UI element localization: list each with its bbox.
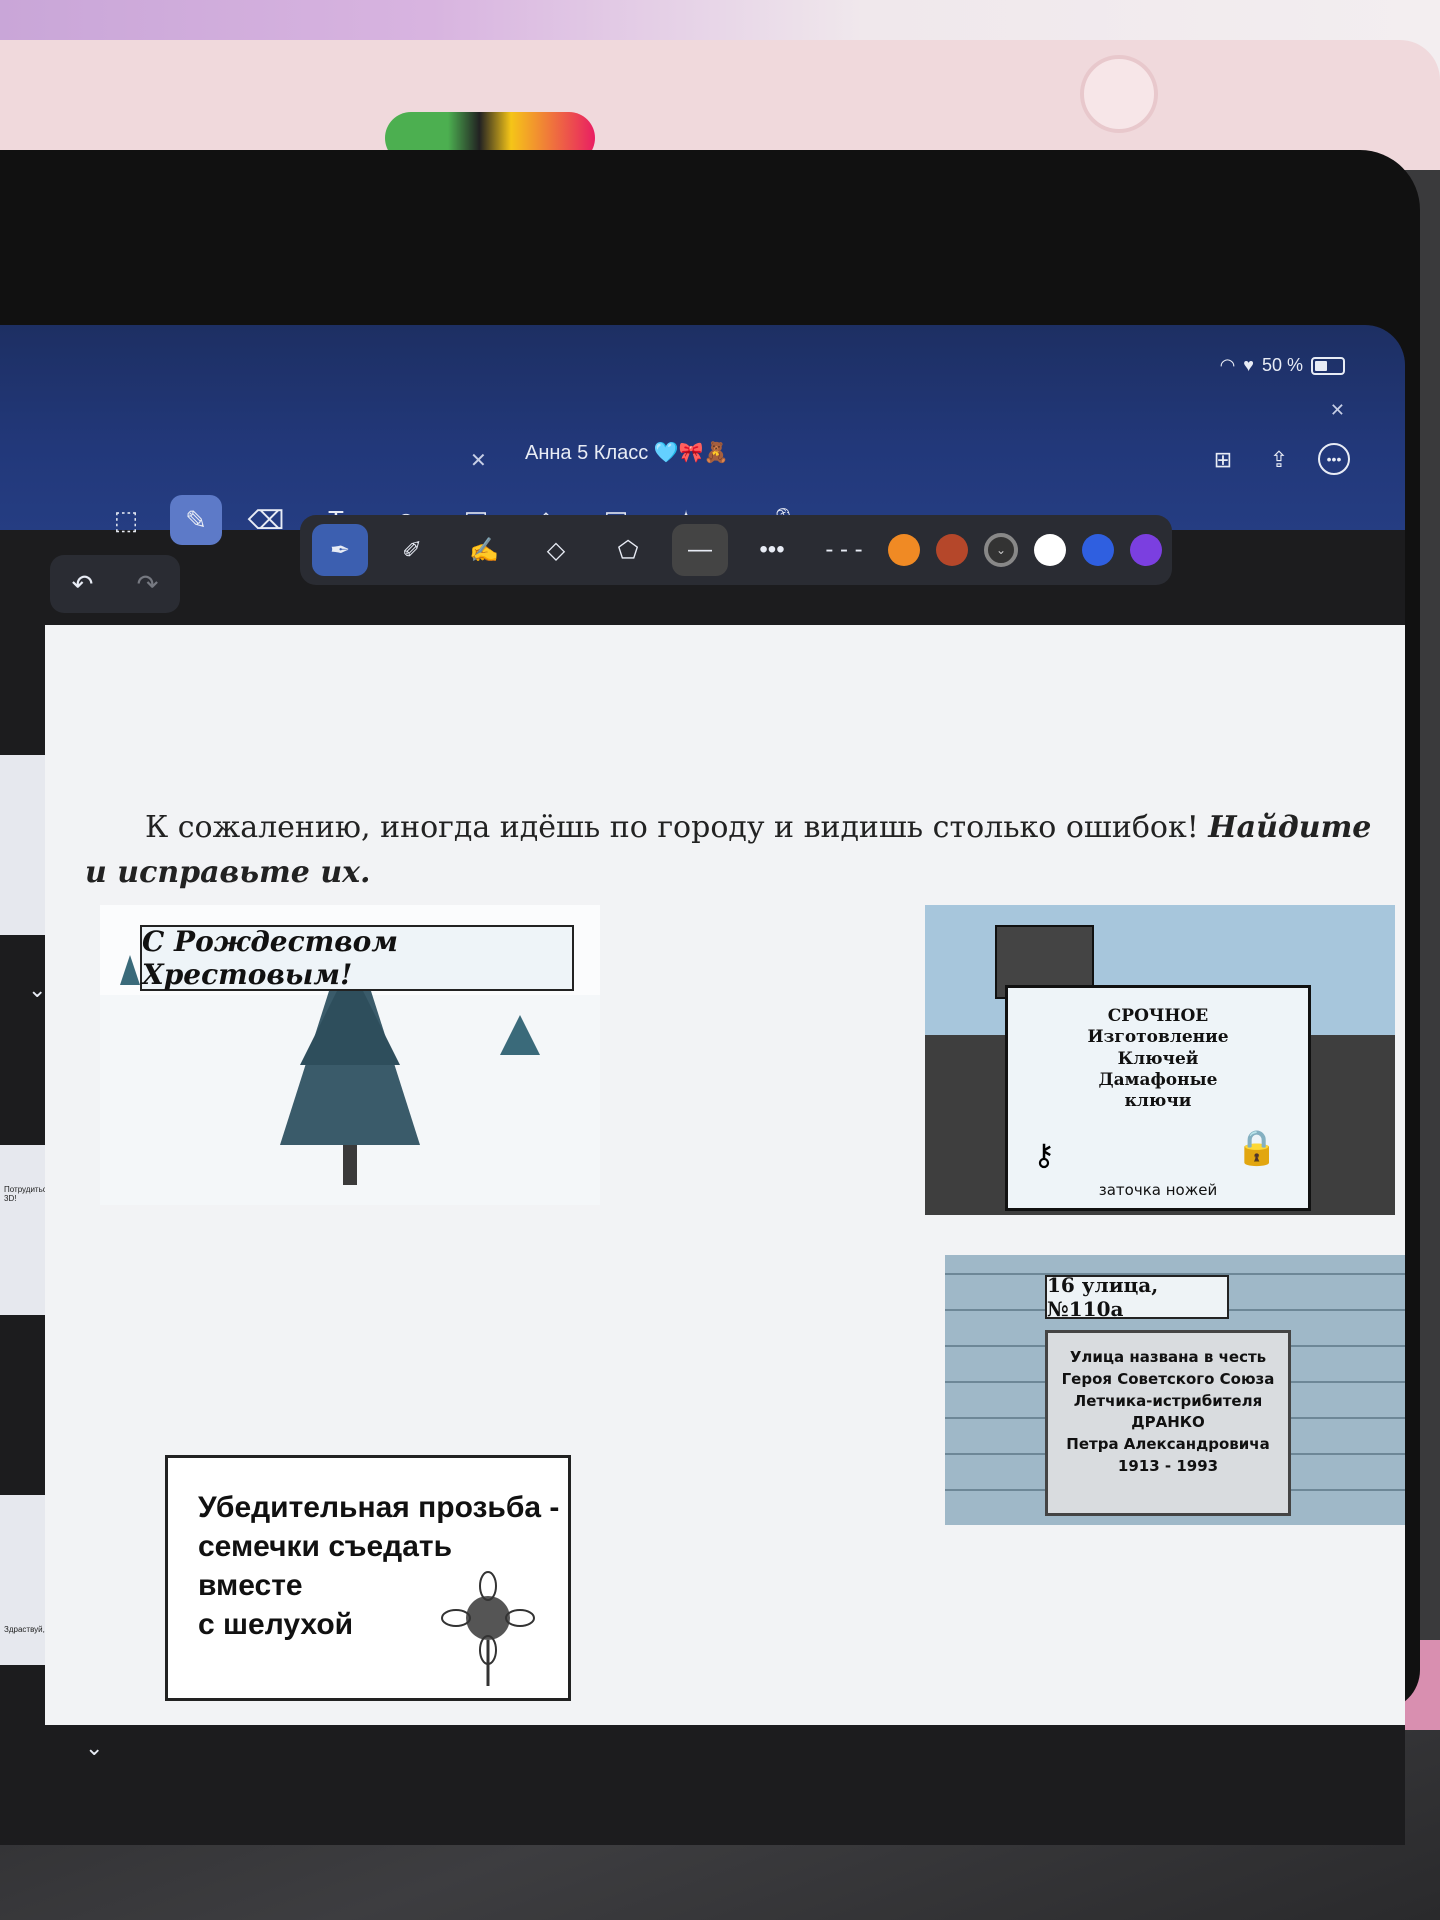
close-icon[interactable]: ✕ — [1330, 400, 1345, 421]
undo-redo-group: ↶ ↷ — [50, 555, 180, 613]
street-header-sign: 16 улица, №110а — [1045, 1273, 1229, 1321]
color-swatch-blue[interactable] — [1082, 534, 1114, 566]
eraser-icon[interactable]: ⌫ — [240, 495, 292, 545]
keys-sign-footer: заточка ножей — [1098, 1181, 1218, 1200]
seeds-line-2: семечки съедать — [198, 1530, 453, 1563]
heart-icon: ♥ — [1243, 355, 1254, 375]
fountain-pen-icon[interactable]: ✒ — [312, 524, 368, 576]
keys-sign-text: СРОЧНОЕ Изготовление Ключей Дамафоные кл… — [1028, 1006, 1288, 1112]
memorial-plaque: Улица названа в честь Героя Советского С… — [1045, 1330, 1291, 1516]
sunflower-icon — [441, 1571, 535, 1686]
ipad-bezel: ◠ ♥ 50 % ✕ ✕ Анна 5 Класс 🩵🎀🧸 ⊞ ⇪ ••• ⬚ … — [0, 150, 1420, 1845]
plaque-line-6: 1913 - 1993 — [1117, 1456, 1219, 1475]
seeds-sign: Убедительная прозьба - семечки съедать в… — [165, 1455, 571, 1701]
case-camera-cutout — [1080, 55, 1158, 133]
christmas-banner-text: С Рождеством Хрестовым! — [140, 925, 574, 991]
plaque-line-3: Летчика-истрибителя — [1073, 1391, 1263, 1410]
shape-pen-icon[interactable]: ⬠ — [600, 524, 656, 576]
lead-task: Найдите — [1208, 810, 1372, 845]
document-tab-title[interactable]: Анна 5 Класс 🩵🎀🧸 — [525, 440, 729, 465]
keys-line-3: Ключей — [1117, 1048, 1199, 1069]
app-header: ◠ ♥ 50 % ✕ ✕ Анна 5 Класс 🩵🎀🧸 ⊞ ⇪ ••• ⬚ … — [0, 325, 1405, 545]
battery-icon — [1311, 356, 1345, 375]
battery-label: 50 % — [1261, 355, 1303, 375]
color-swatch-orange[interactable] — [888, 534, 920, 566]
padlock-icon: 🔒 — [1235, 1129, 1278, 1167]
highlighter-icon[interactable]: ◇ — [528, 524, 584, 576]
header-actions: ⊞ ⇪ ••• — [1206, 443, 1350, 477]
lead-text: К сожалению, иногда идёшь по городу и ви… — [145, 810, 1199, 845]
lead-paragraph: К сожалению, иногда идёшь по городу и ви… — [85, 805, 1405, 895]
keys-sign-board: СРОЧНОЕ Изготовление Ключей Дамафоные кл… — [1005, 985, 1311, 1211]
color-swatch-dark-selected[interactable]: ⌄ — [984, 533, 1018, 567]
plaque-line-4: ДРАНКО — [1131, 1413, 1205, 1432]
color-swatch-purple[interactable] — [1130, 534, 1162, 566]
keys-line-4: Дамафоные — [1098, 1069, 1218, 1090]
document-page[interactable]: К сожалению, иногда идёшь по городу и ви… — [45, 625, 1405, 1725]
wifi-icon: ◠ — [1219, 355, 1236, 375]
brush-pen-icon[interactable]: ✍ — [456, 524, 512, 576]
christmas-illustration: С Рождеством Хрестовым! — [100, 905, 600, 1205]
undo-icon[interactable]: ↶ — [72, 569, 94, 600]
color-swatch-white[interactable] — [1034, 534, 1066, 566]
color-swatch-rust[interactable] — [936, 534, 968, 566]
share-icon[interactable]: ⇪ — [1262, 443, 1296, 477]
lead-task-continued: и исправьте их. — [85, 855, 371, 890]
chevron-down-icon[interactable]: ⌄ — [85, 1735, 103, 1761]
solid-line-icon[interactable]: — — [672, 524, 728, 576]
dotted-line-icon[interactable]: ••• — [744, 524, 800, 576]
memorial-plaque-text: Улица названа в честь Героя Советского С… — [1056, 1347, 1280, 1478]
chevron-down-icon[interactable]: ⌄ — [28, 977, 46, 1003]
redo-icon[interactable]: ↷ — [137, 569, 159, 600]
lasso-select-icon[interactable]: ⬚ — [100, 495, 152, 545]
keys-line-5: ключи — [1124, 1091, 1192, 1111]
keys-line-2: Изготовление — [1087, 1027, 1229, 1048]
street-plaque: 16 улица, №110а Улица названа в честь Ге… — [945, 1255, 1405, 1525]
plaque-line-1: Улица названа в честь — [1069, 1348, 1267, 1366]
dashed-line-icon[interactable]: - - - — [816, 524, 872, 576]
app-screen: ◠ ♥ 50 % ✕ ✕ Анна 5 Класс 🩵🎀🧸 ⊞ ⇪ ••• ⬚ … — [0, 325, 1405, 1845]
keys-line-1: СРОЧНОЕ — [1107, 1006, 1209, 1026]
add-page-icon[interactable]: ⊞ — [1206, 443, 1240, 477]
keys-kiosk: СРОЧНОЕ Изготовление Ключей Дамафоные кл… — [925, 905, 1395, 1215]
ball-pen-icon[interactable]: ✐ — [384, 524, 440, 576]
status-bar: ◠ ♥ 50 % — [1220, 355, 1345, 376]
more-icon[interactable]: ••• — [1318, 443, 1350, 475]
key-icon: ⚷ — [1033, 1139, 1055, 1172]
plaque-line-5: Петра Александровича — [1066, 1435, 1270, 1453]
pen-options-bar: ✒ ✐ ✍ ◇ ⬠ — ••• - - - ⌄ — [300, 515, 1172, 585]
plaque-line-2: Героя Советского Союза — [1061, 1369, 1275, 1388]
pen-tool-icon[interactable]: ✎ — [170, 495, 222, 545]
seeds-line-1: Убедительная прозьба - — [198, 1491, 560, 1524]
tab-close-icon[interactable]: ✕ — [470, 448, 487, 473]
